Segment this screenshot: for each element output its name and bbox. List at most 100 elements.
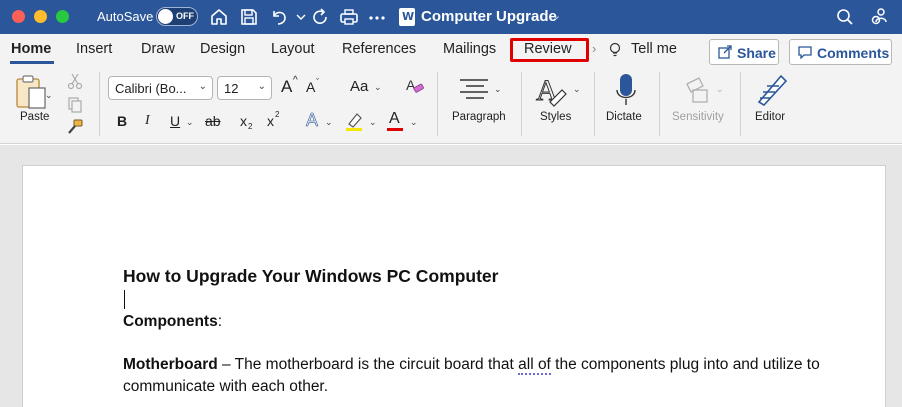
tab-mailings[interactable]: Mailings [443,41,496,57]
undo-icon[interactable] [268,6,290,28]
clear-formatting-icon[interactable]: A [405,76,425,96]
components-bold: Components [123,313,218,330]
ribbon-divider [99,72,100,136]
chevron-down-icon[interactable]: ⌄ [369,117,377,128]
dictate-label: Dictate [606,111,642,123]
comments-button[interactable]: Comments [789,39,892,65]
styles-label: Styles [540,111,572,123]
lightbulb-icon [609,42,621,57]
font-name-select[interactable]: Calibri (Bo... ⌄ [108,76,213,100]
editor-label: Editor [755,111,786,123]
ribbon-divider [521,72,522,136]
components-line[interactable]: Components: [123,313,222,331]
text-cursor [124,290,125,309]
grammar-squiggle[interactable]: all of [518,356,551,375]
ribbon-divider [740,72,741,136]
tab-design[interactable]: Design [200,41,245,57]
chevron-down-icon: ⌄ [716,84,724,94]
save-icon[interactable] [238,6,260,28]
font-color-button[interactable]: A [389,110,400,128]
chevron-down-icon[interactable]: ⌄ [186,117,194,128]
highlighter-icon[interactable] [343,110,365,132]
underline-button[interactable]: U [170,113,180,129]
italic-button[interactable]: I [145,113,150,129]
minimize-window-button[interactable] [34,10,47,23]
chevron-down-icon[interactable]: ⌄ [573,84,581,95]
cut-icon[interactable] [67,72,83,90]
tab-review[interactable]: Review [524,41,572,57]
print-icon[interactable] [338,6,360,28]
text-effects-button[interactable]: A [306,110,319,131]
document-page[interactable]: How to Upgrade Your Windows PC Computer … [22,165,886,407]
paragraph-icon[interactable] [458,76,492,104]
shrink-arrow-icon: ˇ [316,77,319,87]
comments-label: Comments [817,45,890,61]
motherboard-bold: Motherboard [123,356,218,373]
active-tab-indicator [10,61,54,64]
ribbon-divider [659,72,660,136]
more-icon[interactable] [366,6,388,28]
ribbon-home: ⌄ Paste Calibri (Bo... ⌄ 12 ⌄ A ^ A ˇ Aa… [0,66,902,144]
copy-icon[interactable] [67,96,83,114]
subscript-button[interactable]: x [240,113,247,129]
chevron-down-icon: ⌄ [198,81,207,92]
tab-home[interactable]: Home [11,41,51,57]
paste-label: Paste [20,111,50,123]
grow-arrow-icon: ^ [293,75,298,86]
share-people-icon[interactable] [869,6,891,28]
font-color-swatch [387,128,403,131]
format-painter-icon[interactable] [66,118,84,136]
styles-icon[interactable]: A [534,72,570,108]
motherboard-paragraph[interactable]: Motherboard – The motherboard is the cir… [123,354,823,398]
redo-icon[interactable] [309,6,331,28]
chevron-down-icon[interactable]: ⌄ [325,117,333,128]
superscript-button[interactable]: x [267,113,274,129]
subscript-mark: 2 [248,122,253,131]
share-label: Share [737,45,776,61]
editor-icon[interactable] [755,72,789,106]
sensitivity-icon [686,77,708,103]
ribbon-divider [594,72,595,136]
bold-button[interactable]: B [117,113,127,129]
chevron-down-icon[interactable]: ⌄ [494,84,502,95]
toggle-knob [158,9,173,24]
microphone-icon[interactable] [614,72,638,108]
components-colon: : [217,313,223,330]
zoom-window-button[interactable] [56,10,69,23]
share-icon [718,45,732,59]
grow-font-button[interactable]: A [281,77,292,97]
document-title[interactable]: Computer Upgrade [421,8,557,25]
close-window-button[interactable] [12,10,25,23]
para1-text-a: – The motherboard is the circuit board t… [217,356,519,373]
search-icon[interactable] [834,6,856,28]
tell-me-search[interactable]: Tell me [631,41,677,57]
word-doc-icon: W [399,8,415,26]
change-case-button[interactable]: Aa [350,78,368,95]
strikethrough-button[interactable]: ab [205,113,221,129]
superscript-mark: 2 [275,110,280,119]
autosave-state: OFF [176,11,194,21]
tab-draw[interactable]: Draw [141,41,175,57]
font-size-select[interactable]: 12 ⌄ [217,76,272,100]
chevron-down-icon[interactable]: ⌄ [552,9,561,22]
chevron-down-icon[interactable]: ⌄ [374,82,382,93]
tab-insert[interactable]: Insert [76,41,112,57]
font-name-value: Calibri (Bo... [115,81,187,96]
share-button[interactable]: Share [709,39,779,65]
paragraph-label: Paragraph [452,111,506,123]
title-bar: AutoSave OFF W Computer Upgrade ⌄ [0,0,902,34]
home-icon[interactable] [208,6,230,28]
chevron-down-icon: ⌄ [257,81,266,92]
chevron-right-icon: › [592,41,597,56]
document-canvas[interactable]: How to Upgrade Your Windows PC Computer … [0,145,902,407]
paste-chevron-icon[interactable]: ⌄ [45,90,53,101]
document-heading[interactable]: How to Upgrade Your Windows PC Computer [123,266,498,287]
autosave-label: AutoSave [97,9,154,24]
tab-references[interactable]: References [342,41,416,57]
autosave-toggle[interactable]: OFF [156,7,198,26]
ribbon-divider [437,72,438,136]
chevron-down-icon[interactable]: ⌄ [410,117,418,128]
tab-layout[interactable]: Layout [271,41,315,57]
font-size-value: 12 [224,81,239,96]
shrink-font-button[interactable]: A [306,79,315,95]
